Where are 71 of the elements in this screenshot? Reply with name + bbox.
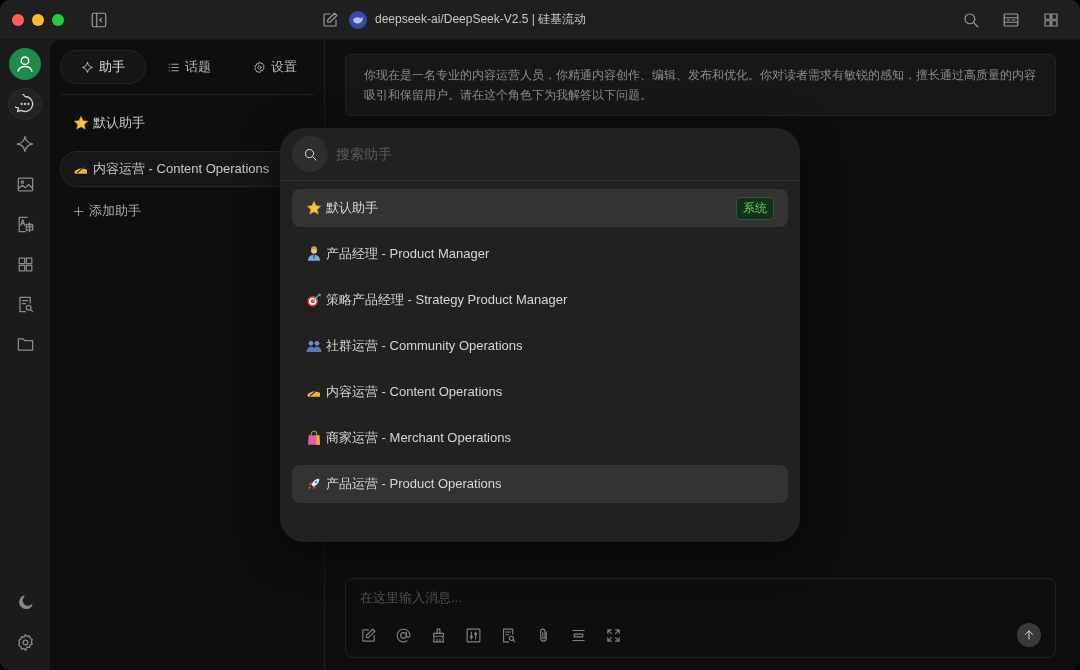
assistant-option[interactable]: 社群运营 - Community Operations <box>292 327 788 365</box>
arrow-up-icon <box>1022 628 1036 642</box>
assistant-option[interactable]: 内容运营 - Content Operations <box>292 373 788 411</box>
assistant-name: 默认助手 <box>93 114 145 132</box>
panel-tab[interactable]: 助手 <box>60 50 146 84</box>
assistant-option-label: 内容运营 - Content Operations <box>326 383 503 401</box>
new-topic-button[interactable] <box>321 10 339 29</box>
panel-tab[interactable]: 设置 <box>232 50 318 84</box>
split-view-button[interactable] <box>1002 10 1020 29</box>
star-icon <box>306 200 322 216</box>
assistant-option-label: 产品运营 - Product Operations <box>326 475 502 493</box>
expand-button[interactable] <box>605 626 622 644</box>
input-placeholder: 在这里输入消息... <box>360 589 463 607</box>
clear-button[interactable] <box>430 626 447 644</box>
plus-icon <box>72 204 85 218</box>
assistant-option-label: 社群运营 - Community Operations <box>326 337 523 355</box>
assistant-option[interactable]: 产品经理 - Product Manager <box>292 235 788 273</box>
panel-tab[interactable]: 话题 <box>146 50 232 84</box>
settings-icon <box>15 632 35 652</box>
document-search-icon <box>500 626 517 644</box>
settings-button[interactable] <box>465 626 482 644</box>
people-icon <box>306 338 322 354</box>
chat-nav-button[interactable] <box>8 88 42 120</box>
apps-button[interactable] <box>1042 10 1060 29</box>
assistant-option[interactable]: 默认助手 系统 <box>292 189 788 227</box>
split-view-icon <box>1002 10 1020 29</box>
assistant-option-label: 产品经理 - Product Manager <box>326 245 490 263</box>
system-badge: 系统 <box>736 196 774 220</box>
assistant-option[interactable]: 商家运营 - Merchant Operations <box>292 419 788 457</box>
user-avatar[interactable] <box>9 48 41 80</box>
close-window-button[interactable] <box>12 13 24 26</box>
search-icon-button[interactable] <box>292 136 328 172</box>
sliders-icon <box>465 626 482 644</box>
grid-icon <box>1042 10 1060 29</box>
person-icon <box>306 246 322 262</box>
sidebar-toggle-button[interactable] <box>90 10 108 29</box>
star-icon <box>73 115 89 131</box>
sparkle-icon <box>15 134 35 154</box>
send-button[interactable] <box>1017 623 1041 647</box>
assistant-option-label: 默认助手 <box>326 199 378 217</box>
assistant-option[interactable]: 策略产品经理 - Strategy Product Manager <box>292 281 788 319</box>
add-assistant-button[interactable]: 添加助手 <box>60 197 153 225</box>
search-icon <box>962 10 980 29</box>
minimize-window-button[interactable] <box>32 13 44 26</box>
sparkle-icon <box>81 60 94 74</box>
assistant-option-label: 策略产品经理 - Strategy Product Manager <box>326 291 568 309</box>
window-title: deepseek-ai/DeepSeek-V2.5 | 硅基流动 <box>375 11 587 28</box>
knowledge-button[interactable] <box>500 626 517 644</box>
shopping-bag-icon <box>306 430 322 446</box>
at-sign-icon <box>395 626 412 644</box>
gear-icon <box>253 60 266 74</box>
sidebar-icon <box>90 10 108 29</box>
broom-icon <box>430 626 447 644</box>
assistant-item[interactable]: 默认助手 <box>60 105 314 141</box>
edit-icon <box>321 10 339 29</box>
edit-icon <box>360 626 377 644</box>
new-topic-button[interactable] <box>360 626 377 644</box>
assistant-name: 内容运营 - Content Operations <box>93 160 270 178</box>
assistant-option-label: 商家运营 - Merchant Operations <box>326 429 511 447</box>
system-prompt: 你现在是一名专业的内容运营人员，你精通内容创作、编辑、发布和优化。你对读者需求有敏锐的感知，擅长通过高质量的内容吸引和保留用户。请在这个角色下为我解答以下问题。 <box>345 54 1056 116</box>
maximize-window-button[interactable] <box>52 13 64 26</box>
search-button[interactable] <box>962 10 980 29</box>
rocket-icon <box>306 476 322 492</box>
search-icon <box>302 146 318 162</box>
search-assistant-field[interactable]: 搜索助手 <box>334 145 788 163</box>
mention-button[interactable] <box>395 626 412 644</box>
expand-icon <box>605 626 622 644</box>
assistant-option[interactable]: 产品运营 - Product Operations <box>292 465 788 503</box>
chat-icon <box>15 94 35 114</box>
model-logo-icon <box>349 10 367 29</box>
target-icon <box>306 292 322 308</box>
